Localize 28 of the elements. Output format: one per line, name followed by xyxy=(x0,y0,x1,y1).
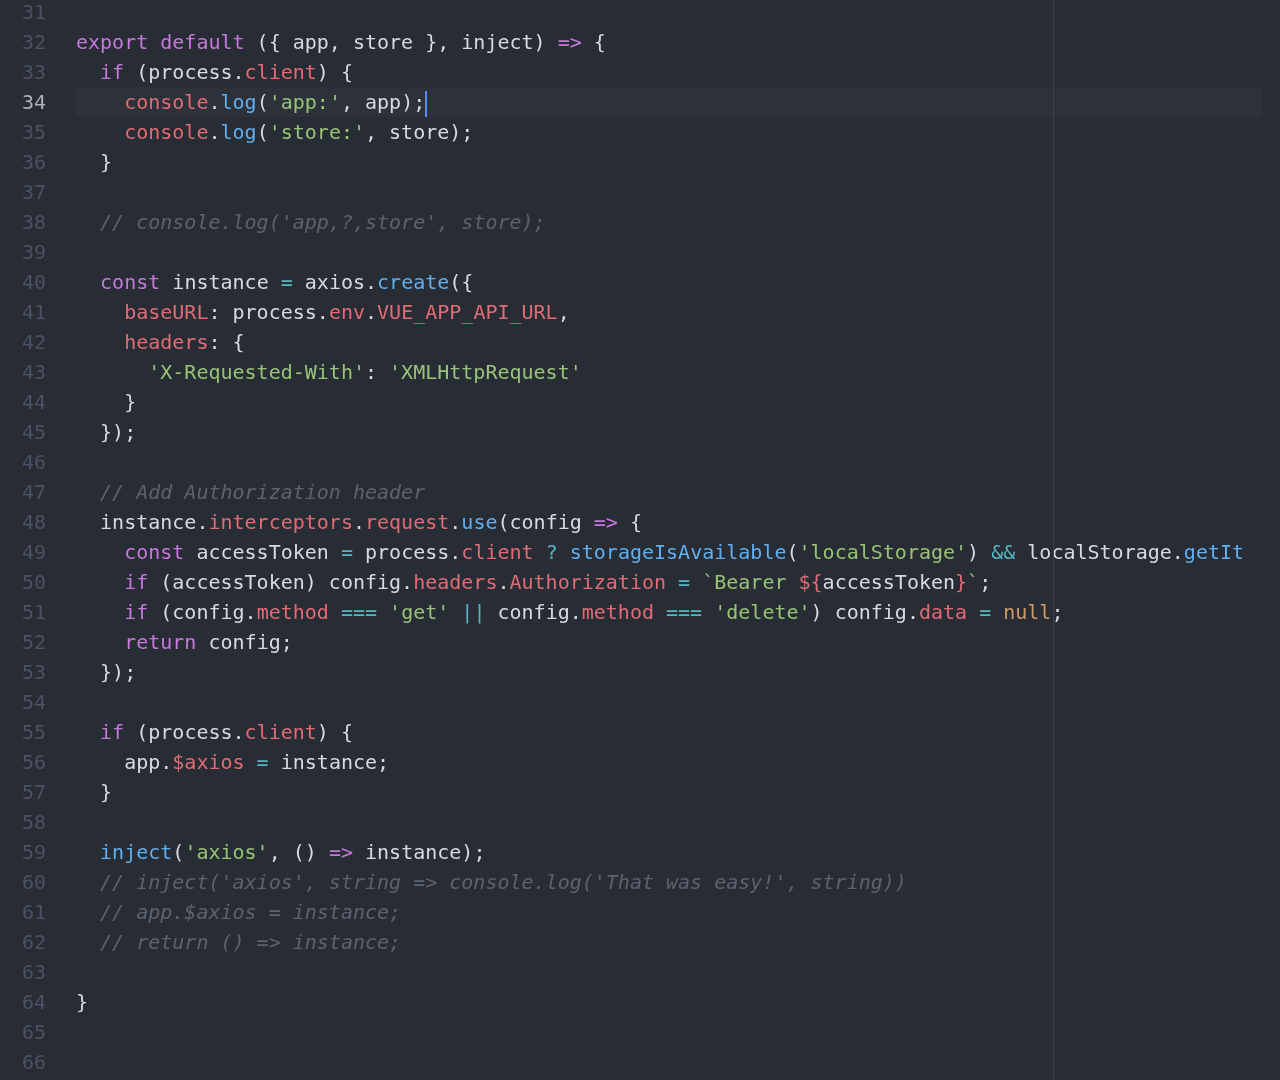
code-line: const instance = axios.create({ xyxy=(99,269,475,296)
code-line: if (accessToken) config.headers.Authorization = `Bearer ${accessToken}`; xyxy=(123,569,993,596)
text-cursor xyxy=(425,90,428,117)
code-line: } xyxy=(99,779,114,806)
code-line: headers: { xyxy=(123,329,246,356)
code-line: return config; xyxy=(123,629,294,656)
code-line: app.$axios = instance; xyxy=(123,749,391,776)
code-line: } xyxy=(123,389,138,416)
code-line: console.log('store:', store); xyxy=(123,119,475,146)
code-line: }); xyxy=(99,419,138,446)
code-line: // return () => instance; xyxy=(99,929,403,956)
code-line: // app.$axios = instance; xyxy=(99,899,403,926)
code-line: // console.log('app,?,store', store); xyxy=(99,209,547,236)
code-line: // inject('axios', string => console.log('That was easy!', string)) xyxy=(99,869,908,896)
code-line: if (config.method === 'get' || config.method === 'delete') config.data = null; xyxy=(123,599,1065,626)
code-line: export default ({ app, store }, inject) => { xyxy=(76,29,607,56)
code-line: 'X-Requested-With': 'XMLHttpRequest' xyxy=(147,359,583,386)
code-line: }); xyxy=(99,659,138,686)
code-line: baseURL: process.env.VUE_APP_API_URL, xyxy=(123,299,571,326)
code-line: } xyxy=(99,149,114,176)
code-line: inject('axios', () => instance); xyxy=(99,839,487,866)
code-line: if (process.client) { xyxy=(99,719,354,746)
code-line: // Add Authorization header xyxy=(99,479,427,506)
line-number: 34 xyxy=(20,89,46,116)
code-line: instance.interceptors.request.use(config => { xyxy=(99,509,643,536)
code-line: const accessToken = process.client ? storageIsAvailable('localStorage') && localStorage.getIt xyxy=(123,539,1246,566)
code-line: if (process.client) { xyxy=(99,59,354,86)
code-line: } xyxy=(76,989,90,1016)
